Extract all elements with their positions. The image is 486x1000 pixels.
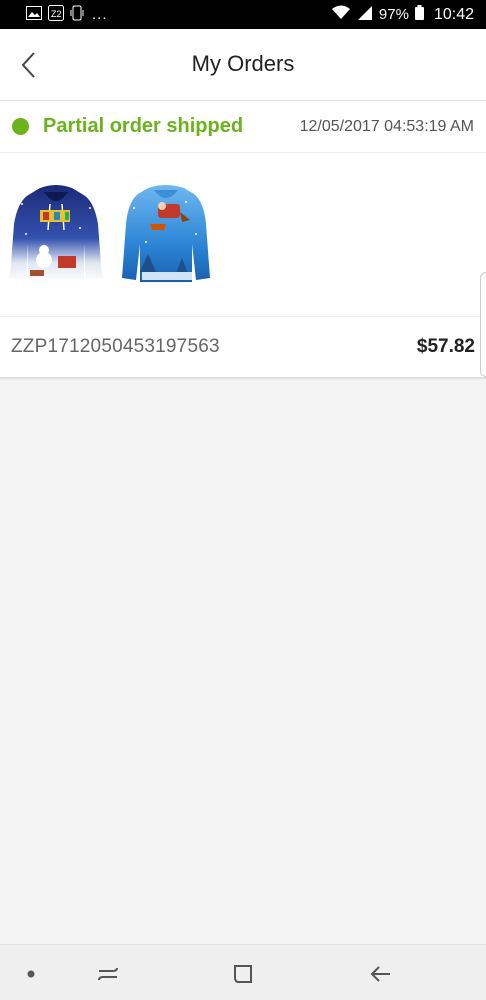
status-bar: Z2 ... 97% 10:42 [0,0,486,29]
system-nav-bar [0,944,486,1000]
order-items [0,153,486,317]
dot-icon[interactable] [16,959,46,989]
product-thumbnail[interactable] [10,184,102,286]
home-icon[interactable] [228,959,258,989]
system-icons: 97% 10:42 [331,5,474,24]
status-dot-icon [12,118,29,135]
page-title: My Orders [191,51,295,76]
app-badge-icon: Z2 [48,4,64,25]
signal-icon [357,5,373,24]
clock: 10:42 [433,5,474,23]
image-icon [26,5,42,24]
order-total: $57.82 [416,336,475,357]
order-number: ZZP1712050453197563 [11,336,220,357]
wifi-icon [331,5,351,24]
svg-text:Z2: Z2 [51,9,62,19]
order-footer: ZZP1712050453197563 $57.82 [0,317,486,377]
edge-panel-handle[interactable] [480,272,486,377]
battery-percent: 97% [378,6,409,23]
order-date: 12/05/2017 04:53:19 AM [299,117,474,135]
phone-vibrate-icon [70,5,84,25]
app-header: My Orders [0,29,486,101]
back-arrow-icon[interactable] [365,959,395,989]
notification-icons: Z2 ... [26,4,108,25]
order-card[interactable]: Partial order shipped 12/05/2017 04:53:1… [0,101,486,378]
recent-apps-icon[interactable] [93,959,123,989]
battery-icon [414,5,424,24]
order-status-text: Partial order shipped [43,115,244,137]
more-notifications: ... [92,6,108,23]
product-thumbnail[interactable] [120,184,212,286]
order-header: Partial order shipped 12/05/2017 04:53:1… [0,101,486,153]
order-status: Partial order shipped [12,115,243,138]
